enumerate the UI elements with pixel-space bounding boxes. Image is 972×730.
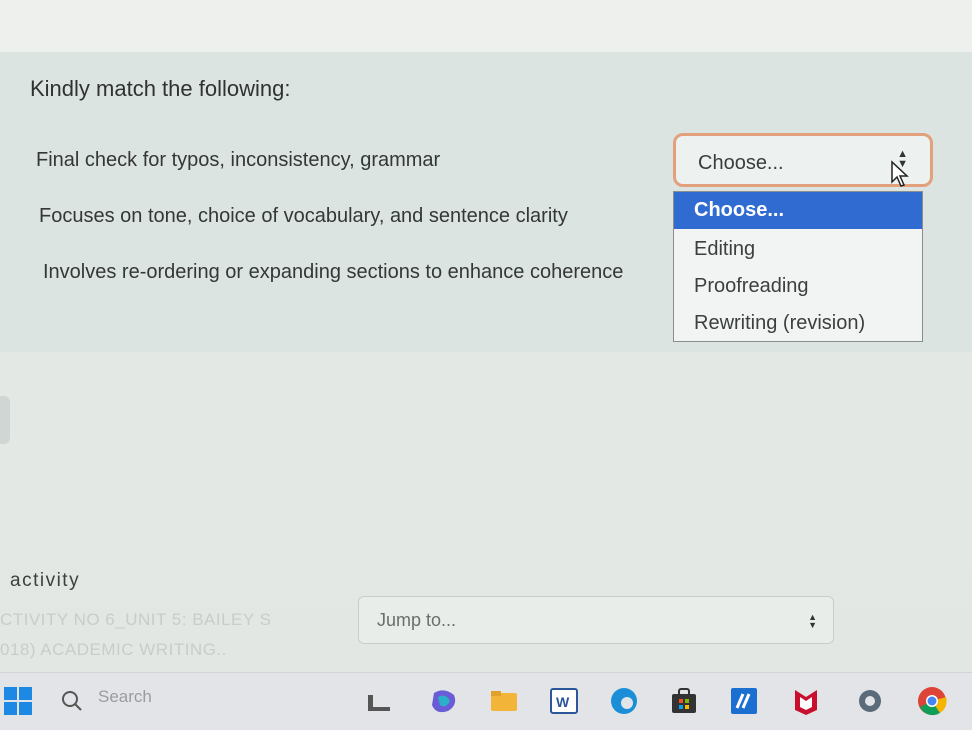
option-editing[interactable]: Editing [674, 231, 922, 268]
search-icon[interactable] [60, 689, 84, 713]
jump-to-value: Jump to... [377, 610, 457, 630]
windows-taskbar: Search W [0, 672, 972, 730]
file-explorer-icon[interactable] [488, 685, 520, 717]
store-icon[interactable] [668, 685, 700, 717]
settings-icon[interactable] [854, 685, 886, 717]
select-value: Choose... [698, 152, 784, 174]
mouse-cursor-icon [891, 160, 909, 187]
option-rewriting[interactable]: Rewriting (revision) [674, 305, 922, 342]
match-row-1-text: Final check for typos, inconsistency, gr… [36, 149, 441, 171]
match-row-3-text: Involves re-ordering or expanding sectio… [43, 261, 624, 283]
page-top-strip [0, 0, 972, 52]
mcafee-icon[interactable] [790, 685, 822, 717]
match-row-2-text: Focuses on tone, choice of vocabulary, a… [39, 205, 568, 227]
app-icon[interactable] [728, 685, 760, 717]
edge-icon[interactable] [608, 685, 640, 717]
jump-select-arrows-icon: ▲ ▼ [808, 612, 817, 630]
windows-start-icon[interactable] [2, 685, 34, 717]
chrome-icon[interactable] [916, 685, 948, 717]
previous-activity-link-line2[interactable]: 018) ACADEMIC WRITING.. [0, 640, 227, 660]
select-dropdown-list: Choose... Editing Proofreading Rewriting… [673, 191, 923, 342]
jump-to-select[interactable]: Jump to... ▲ ▼ [358, 596, 834, 644]
option-choose[interactable]: Choose... [674, 192, 922, 229]
side-drawer-toggle[interactable] [0, 396, 10, 444]
copilot-icon[interactable] [428, 685, 460, 717]
activity-nav-label: activity [10, 570, 81, 591]
svg-text:W: W [556, 694, 570, 710]
widgets-icon[interactable] [364, 685, 396, 717]
option-proofreading[interactable]: Proofreading [674, 268, 922, 305]
taskbar-search-label[interactable]: Search [98, 687, 152, 707]
question-title: Kindly match the following: [30, 76, 291, 101]
previous-activity-link[interactable]: CTIVITY NO 6_UNIT 5: BAILEY S [0, 610, 271, 630]
word-icon[interactable]: W [548, 685, 580, 717]
